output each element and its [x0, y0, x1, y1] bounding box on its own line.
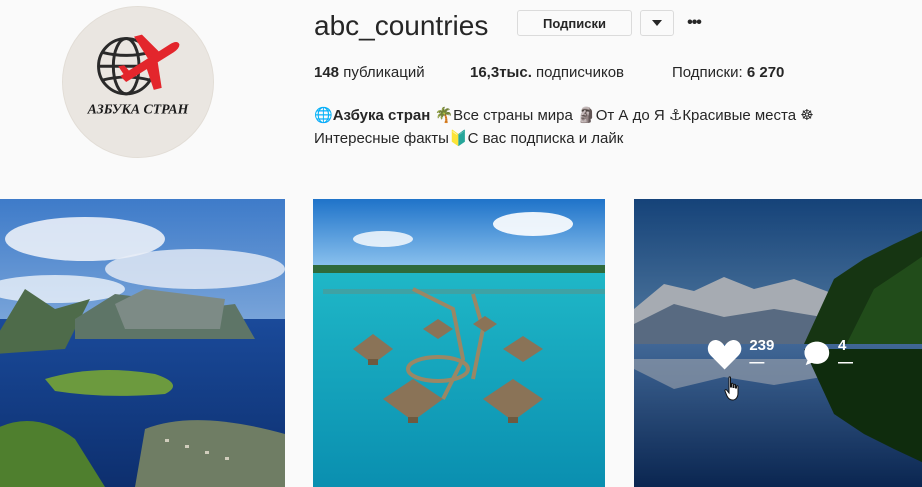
post-thumbnail-mountain-lake[interactable]: 239 — 4 — — [634, 199, 922, 487]
likes-stat: 239 — — [706, 337, 774, 371]
following-link[interactable]: Подписки: 6 270 — [672, 64, 784, 82]
posts-count: 148 публикаций — [314, 64, 425, 82]
heart-icon — [707, 339, 742, 370]
hand-cursor-icon — [724, 376, 739, 401]
azbuka-stran-logo: АЗБУКА СТРАН — [63, 7, 213, 157]
post-thumbnail-bungalows[interactable] — [313, 199, 605, 487]
bio-line-1: 🌐Азбука стран 🌴Все страны мира 🗿От А до … — [314, 104, 874, 127]
chevron-down-icon — [652, 20, 662, 26]
posts-label: публикаций — [343, 64, 425, 81]
beginner-badge-icon: 🔰 — [448, 130, 468, 147]
likes-count: 239 — — [749, 337, 775, 371]
post-hover-overlay: 239 — 4 — — [634, 199, 922, 487]
followers-label: подписчиков — [536, 64, 625, 81]
more-dots-icon[interactable]: ••• — [684, 10, 704, 36]
ship-wheel-icon: ⚓ — [668, 107, 683, 124]
post-thumbnail-fjord[interactable] — [0, 199, 285, 487]
following-label: Подписки: — [672, 64, 743, 81]
bio-line-2: Интересные факты🔰С вас подписка и лайк — [314, 127, 874, 150]
profile-bio: 🌐Азбука стран 🌴Все страны мира 🗿От А до … — [314, 104, 874, 150]
fjord-image — [0, 199, 285, 487]
palm-tree-icon: 🌴 — [434, 107, 454, 124]
globe-icon: 🌐 — [314, 107, 333, 124]
logo-text: АЗБУКА СТРАН — [87, 102, 190, 117]
profile-avatar[interactable]: АЗБУКА СТРАН — [62, 6, 214, 158]
bungalows-image — [313, 199, 605, 487]
following-value: 6 270 — [746, 64, 785, 81]
bio-text: Все страны мира — [453, 107, 573, 124]
comment-bubble-icon — [804, 341, 830, 366]
moai-icon: 🗿 — [577, 107, 596, 124]
followers-value: 16,3тыс. — [470, 64, 532, 81]
wheel-icon: ☸ — [800, 107, 814, 124]
bio-text: Интересные факты — [314, 130, 449, 147]
bio-text: От А до Я — [595, 107, 665, 124]
bio-text: Красивые места — [682, 107, 797, 124]
followers-link[interactable]: 16,3тыс. подписчиков — [470, 64, 624, 82]
post-stats: 239 — 4 — — [634, 337, 922, 371]
comments-stat: 4 — — [802, 337, 854, 371]
comments-count: 4 — — [838, 337, 854, 371]
bio-name: Азбука стран — [332, 107, 431, 124]
following-button[interactable]: Подписки — [517, 10, 632, 36]
profile-username: abc_countries — [314, 10, 489, 41]
suggestions-dropdown-button[interactable] — [640, 10, 674, 36]
bio-text: С вас подписка и лайк — [467, 130, 624, 147]
posts-value: 148 — [314, 64, 340, 81]
